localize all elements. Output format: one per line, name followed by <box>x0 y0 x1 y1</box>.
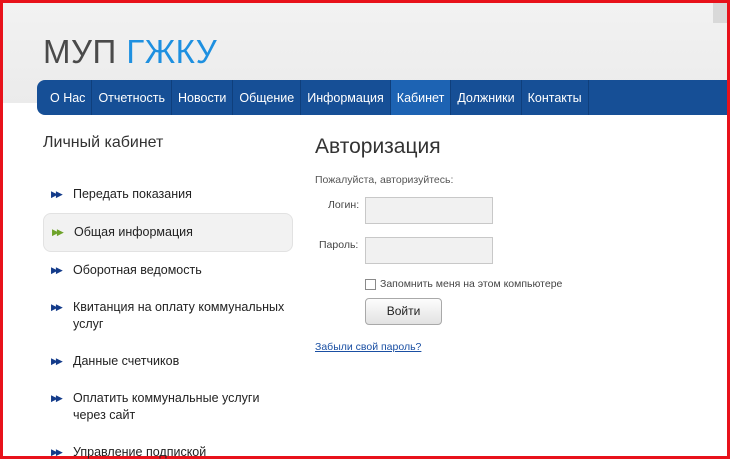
double-arrow-icon: ▶▶ <box>51 189 63 199</box>
logo-text-accent: ГЖКУ <box>126 33 218 70</box>
nav-item-forum[interactable]: Общение <box>233 80 302 115</box>
double-arrow-icon: ▶▶ <box>51 393 63 403</box>
scrollbar-top[interactable] <box>713 3 727 23</box>
nav-item-debtors[interactable]: Должники <box>451 80 522 115</box>
nav-item-contacts[interactable]: Контакты <box>522 80 589 115</box>
login-label: Логин: <box>328 199 360 211</box>
logo-text-main: МУП <box>43 33 117 70</box>
sidebar-item-label: Оборотная ведомость <box>73 263 202 277</box>
sidebar-item-label: Оплатить коммунальные услуги через сайт <box>73 391 260 422</box>
sidebar-title: Личный кабинет <box>43 134 164 151</box>
nav-item-reports[interactable]: Отчетность <box>92 80 173 115</box>
password-input[interactable] <box>365 237 493 264</box>
sidebar-item-label: Квитанция на оплату коммунальных услуг <box>73 300 285 331</box>
nav-item-cabinet[interactable]: Кабинет <box>390 80 452 115</box>
nav-item-news[interactable]: Новости <box>172 80 234 115</box>
sidebar-item-label: Передать показания <box>73 187 192 201</box>
double-arrow-icon: ▶▶ <box>51 302 63 312</box>
sidebar-item-turnover-sheet[interactable]: ▶▶ Оборотная ведомость <box>43 252 293 289</box>
sidebar-item-subscription[interactable]: ▶▶ Управление подпиской <box>43 434 293 459</box>
remember-me-label: Запомнить меня на этом компьютере <box>380 278 563 290</box>
sidebar-item-submit-readings[interactable]: ▶▶ Передать показания <box>43 176 293 213</box>
double-arrow-icon: ▶▶ <box>51 356 63 366</box>
double-arrow-icon: ▶▶ <box>52 227 64 237</box>
site-logo[interactable]: МУП ГЖКУ <box>43 33 217 71</box>
sidebar-menu: ▶▶ Передать показания ▶▶ Общая информаци… <box>43 176 293 459</box>
password-label: Пароль: <box>319 239 359 251</box>
remember-me-checkbox[interactable] <box>365 278 376 290</box>
sidebar-item-meter-data[interactable]: ▶▶ Данные счетчиков <box>43 343 293 380</box>
nav-item-about[interactable]: О Нас <box>44 80 93 115</box>
double-arrow-icon: ▶▶ <box>51 447 63 457</box>
sidebar-item-general-info[interactable]: ▶▶ Общая информация <box>43 213 293 252</box>
sidebar-item-utility-receipt[interactable]: ▶▶ Квитанция на оплату коммунальных услу… <box>43 289 293 343</box>
sidebar-item-pay-online[interactable]: ▶▶ Оплатить коммунальные услуги через са… <box>43 380 293 434</box>
main-nav: О Нас Отчетность Новости Общение Информа… <box>37 80 727 115</box>
sidebar-item-label: Управление подпиской <box>73 445 207 459</box>
forgot-password-link[interactable]: Забыли свой пароль? <box>315 341 421 353</box>
double-arrow-icon: ▶▶ <box>51 265 63 275</box>
login-input[interactable] <box>365 197 493 224</box>
auth-title: Авторизация <box>315 135 441 158</box>
auth-prompt: Пожалуйста, авторизуйтесь: <box>315 174 454 186</box>
sidebar-item-label: Общая информация <box>74 225 193 239</box>
remember-me[interactable]: Запомнить меня на этом компьютере <box>365 278 562 290</box>
login-button[interactable]: Войти <box>365 298 442 325</box>
sidebar-item-label: Данные счетчиков <box>73 354 180 368</box>
nav-item-info[interactable]: Информация <box>301 80 391 115</box>
